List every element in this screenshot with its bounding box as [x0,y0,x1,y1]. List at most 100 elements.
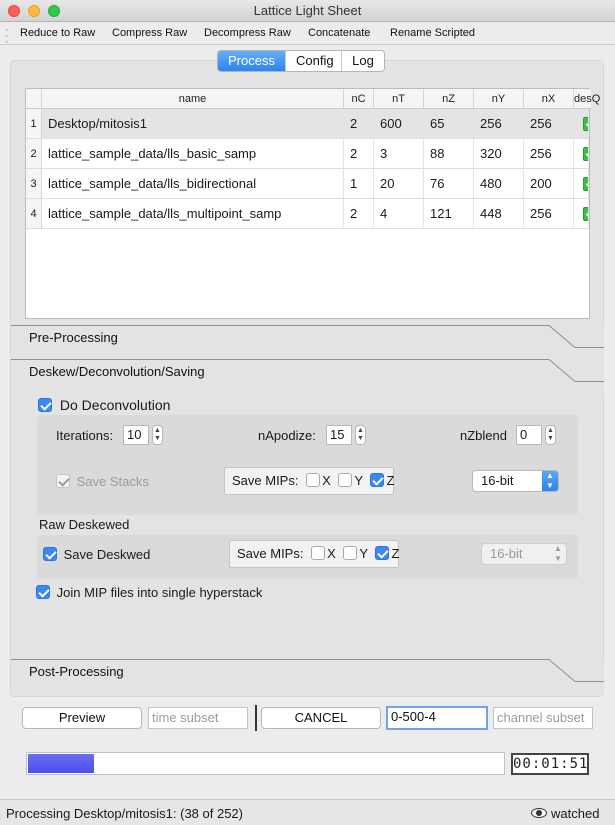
checkbox-indicator[interactable] [56,474,70,488]
range-input[interactable]: 0-500-4 [386,706,488,730]
do-deconvolution-label: Do Deconvolution [59,397,171,413]
tab-config[interactable]: Config [286,51,342,71]
cell-name: Desktop/mitosis1 [42,109,344,139]
cell-nt: 600 [374,109,424,139]
table-row[interactable]: Desktop/mitosis1 2 600 65 256 256 [42,109,589,139]
mip-z-checkbox[interactable] [375,546,390,560]
cell-nz: 88 [424,139,474,169]
cell-nz: 76 [424,169,474,199]
napodize-label: nApodize: [258,428,316,443]
nzblend-label: nZblend [460,428,507,443]
deskew-section-header[interactable]: Deskew/Deconvolution/Saving [11,359,604,393]
preprocessing-section-header[interactable]: Pre-Processing [11,325,604,359]
table-row[interactable]: lattice_sample_data/lls_multipoint_samp … [42,199,589,229]
save-deskewed-checkbox[interactable]: Save Deskwed [43,547,150,562]
cell-name: lattice_sample_data/lls_bidirectional [42,169,344,199]
mip-x-label: X [322,473,331,488]
decompress-raw-button[interactable]: Decompress Raw [204,27,291,39]
table-row[interactable]: lattice_sample_data/lls_bidirectional 1 … [42,169,589,199]
mip-y-checkbox[interactable] [343,546,358,560]
bitdepth-value: 16-bit [490,546,523,561]
column-header-ny[interactable]: nY [474,89,524,109]
cancel-button[interactable]: CANCEL [261,707,381,729]
separator [255,705,257,731]
checkbox-indicator[interactable] [43,547,57,561]
postprocessing-section-header[interactable]: Post-Processing [11,659,604,693]
join-mip-checkbox[interactable]: Join MIP files into single hyperstack [36,585,262,600]
decon-save-mips-group: Save MIPs: X Y Z [224,467,394,495]
cell-nc: 2 [344,199,374,229]
save-mips-label: Save MIPs: [237,546,304,561]
cell-nc: 2 [344,109,374,139]
checkbox-indicator[interactable] [36,585,50,599]
tab-log[interactable]: Log [342,51,384,71]
preview-button[interactable]: Preview [22,707,142,729]
toolbar-grip-icon[interactable]: · · · [5,25,9,48]
column-header-nx[interactable]: nX [524,89,574,109]
row-number[interactable]: 1 [26,109,42,139]
row-number[interactable]: 3 [26,169,42,199]
row-number[interactable]: 2 [26,139,42,169]
cell-nz: 65 [424,109,474,139]
eye-icon [531,808,547,818]
toolbar: · · · Reduce to Raw Compress Raw Decompres… [0,23,615,48]
cell-nx: 200 [524,169,574,199]
status-text: Processing Desktop/mitosis1: (38 of 252) [6,806,243,821]
cell-nc: 1 [344,169,374,199]
column-header-nz[interactable]: nZ [424,89,474,109]
column-header-desq[interactable]: desQ [574,89,600,109]
minimize-window-button[interactable] [28,5,40,17]
column-header-name[interactable]: name [42,89,344,109]
compress-raw-button[interactable]: Compress Raw [112,27,187,39]
column-header-nc[interactable]: nC [344,89,374,109]
raw-deskewed-heading: Raw Deskewed [39,517,130,532]
corner-header [26,89,42,109]
iterations-input[interactable]: 10 [123,425,149,445]
cell-nx: 256 [524,199,574,229]
save-stacks-checkbox[interactable]: Save Stacks [56,474,149,489]
nzblend-stepper[interactable]: ▲ ▼ [545,425,556,445]
close-window-button[interactable] [8,5,20,17]
progress-fill [28,754,94,773]
napodize-stepper[interactable]: ▲ ▼ [355,425,366,445]
column-header-nt[interactable]: nT [374,89,424,109]
mip-x-checkbox[interactable] [306,473,321,487]
cell-nz: 121 [424,199,474,229]
iterations-stepper[interactable]: ▲ ▼ [152,425,163,445]
cell-nc: 2 [344,139,374,169]
section-label: Pre-Processing [29,330,118,345]
channel-subset-input[interactable]: channel subset [493,707,593,729]
cell-nx: 256 [524,109,574,139]
cell-nx: 256 [524,139,574,169]
cell-desq [574,199,589,229]
mip-x-checkbox[interactable] [311,546,326,560]
rename-scripted-button[interactable]: Rename Scripted [390,27,475,39]
watched-label[interactable]: watched [551,806,599,821]
status-bar: Processing Desktop/mitosis1: (38 of 252)… [0,799,615,825]
time-subset-input[interactable]: time subset [148,707,248,729]
job-table[interactable]: name nC nT nZ nY nX desQ 1 Desktop/mitos… [25,88,600,319]
nzblend-input[interactable]: 0 [516,425,542,445]
cell-nt: 3 [374,139,424,169]
napodize-input[interactable]: 15 [326,425,352,445]
do-deconvolution-checkbox[interactable]: Do Deconvolution [38,397,170,413]
deskew-bitdepth-select[interactable]: 16-bit ▲ ▼ [481,543,567,565]
zoom-window-button[interactable] [48,5,60,17]
decon-bitdepth-select[interactable]: 16-bit ▲ ▼ [472,470,559,492]
window-title: Lattice Light Sheet [253,3,362,18]
mip-z-checkbox[interactable] [370,473,385,487]
table-row[interactable]: lattice_sample_data/lls_basic_samp 2 3 8… [42,139,589,169]
checkbox-indicator[interactable] [38,398,52,412]
save-deskewed-label: Save Deskwed [63,547,151,562]
progress-bar [26,752,505,775]
cell-desq [574,169,589,199]
save-stacks-label: Save Stacks [76,474,149,489]
check-icon [583,207,588,221]
reduce-to-raw-button[interactable]: Reduce to Raw [20,27,95,39]
mip-y-checkbox[interactable] [338,473,353,487]
save-mips-label: Save MIPs: [232,473,299,488]
tab-process[interactable]: Process [218,51,286,71]
row-number[interactable]: 4 [26,199,42,229]
title-bar: Lattice Light Sheet [0,0,615,22]
concatenate-button[interactable]: Concatenate [308,27,370,39]
